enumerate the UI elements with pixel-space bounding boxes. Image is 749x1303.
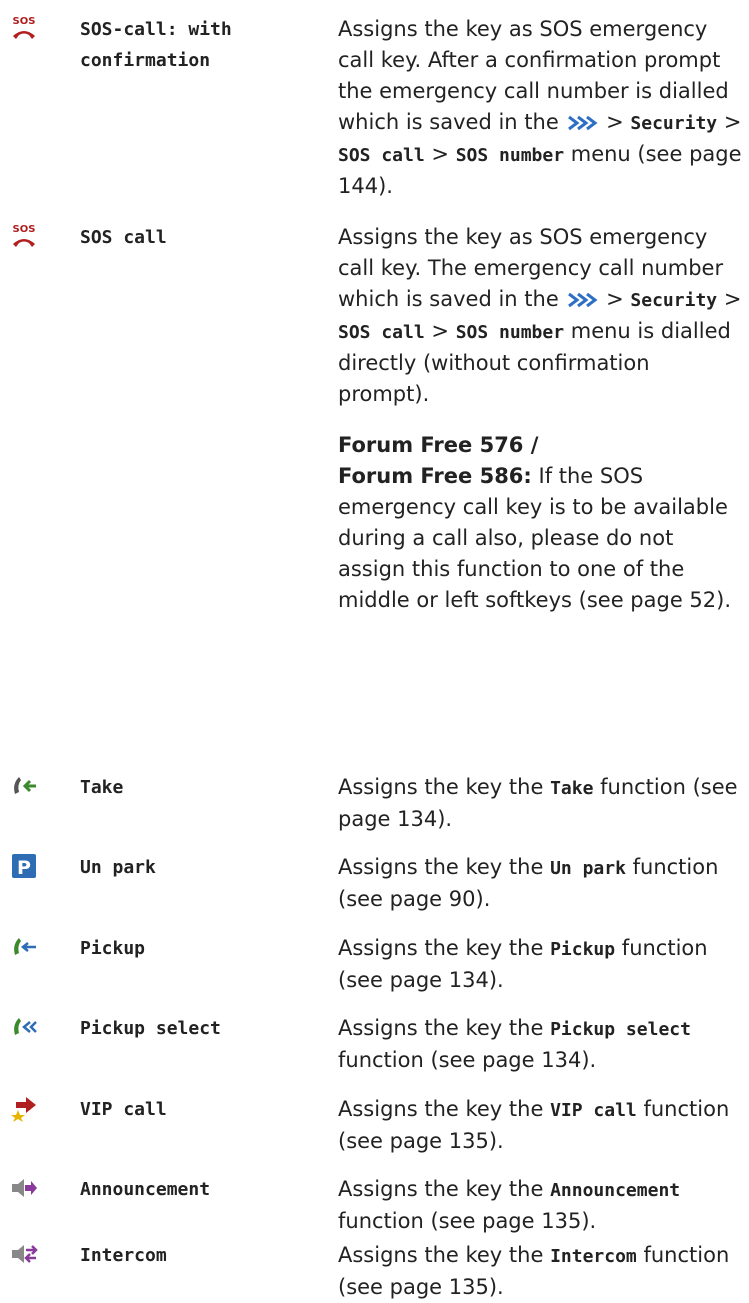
function-description: Assigns the key as SOS emergency call ke…: [338, 17, 742, 198]
function-description: Assigns the key the Pickup select functi…: [338, 1016, 691, 1072]
svg-text:P: P: [17, 857, 31, 879]
function-name: Intercom: [80, 1245, 167, 1266]
function-name: VIP call: [80, 1099, 167, 1120]
svg-text:SOS: SOS: [13, 224, 36, 235]
take-icon: [14, 777, 36, 794]
function-description: Assigns the key as SOS emergency call ke…: [338, 222, 743, 616]
vip-call-icon: [11, 1097, 36, 1122]
sos-call-with-confirmation-icon: SOS: [13, 16, 36, 39]
function-name: Pickup: [80, 938, 146, 959]
function-name: Pickup select: [80, 1018, 221, 1039]
function-description: Assigns the key the Un park function (se…: [338, 855, 719, 911]
function-description: Assigns the key the Intercom function (s…: [338, 1243, 730, 1299]
svg-text:SOS: SOS: [13, 16, 36, 27]
function-description: Assigns the key the Take function (see p…: [338, 775, 738, 831]
function-name: Un park: [80, 857, 156, 878]
function-description: Assigns the key the Pickup function (see…: [338, 936, 708, 992]
function-name: SOS call: [80, 227, 167, 248]
function-name: Announcement: [80, 1179, 211, 1200]
announcement-icon: [12, 1179, 37, 1197]
function-description: Assigns the key the VIP call function (s…: [338, 1097, 730, 1153]
unpark-icon: P: [12, 854, 36, 879]
pickup-select-icon: [14, 1018, 37, 1035]
menu-chevron-icon: [568, 292, 598, 308]
sos-call-icon: SOS: [13, 224, 36, 247]
pickup-icon: [14, 938, 36, 955]
intercom-icon: [12, 1245, 38, 1263]
function-name: Take: [80, 777, 124, 798]
function-description: Assigns the key the Announcement functio…: [338, 1177, 681, 1233]
device-note: Forum Free 576 / Forum Free 586: If the …: [338, 433, 732, 612]
menu-chevron-icon: [568, 115, 598, 131]
function-name: SOS-call: with confirmation: [80, 19, 232, 71]
